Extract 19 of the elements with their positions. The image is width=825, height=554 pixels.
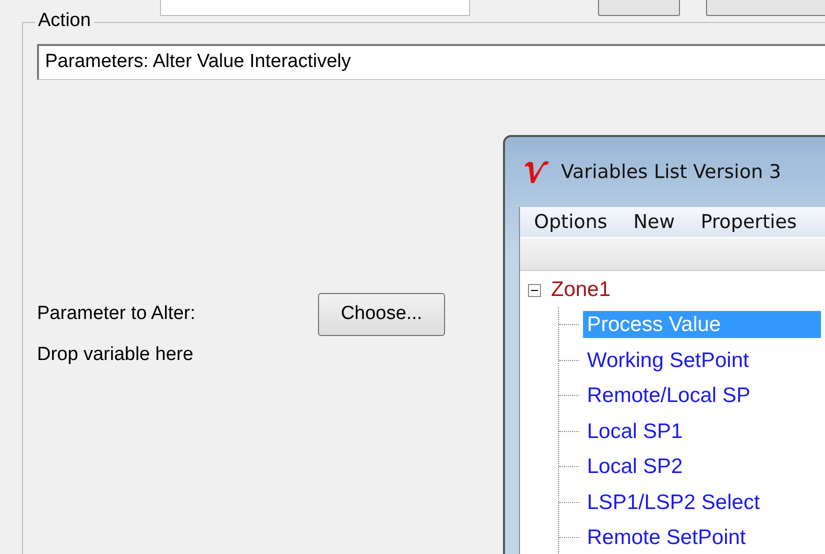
tree-item[interactable]: Remote/Local SP [583, 382, 821, 410]
drop-hint: Drop variable here [37, 344, 194, 366]
action-dropdown[interactable]: Parameters: Alter Value Interactively [37, 44, 825, 80]
menu-item[interactable]: New [619, 211, 687, 233]
menu-item[interactable]: Options [520, 211, 620, 233]
text-field[interactable] [160, 0, 470, 16]
window-title: Variables List Version 3 [561, 161, 782, 183]
tree-node[interactable]: Zone1 [551, 278, 611, 302]
tree-item[interactable]: Local SP1 [583, 418, 821, 445]
tree-item[interactable]: Remote SetPoint [583, 524, 821, 552]
parameter-label: Parameter to Alter: [37, 303, 196, 325]
choose-button[interactable]: Choose... [318, 292, 445, 336]
v-logo-icon [523, 159, 551, 185]
push-button[interactable] [598, 0, 680, 16]
tree-item[interactable]: Local SP2 [583, 453, 821, 480]
collapse-icon[interactable] [528, 284, 541, 296]
tree-item[interactable]: Working SetPoint [583, 346, 821, 374]
menu-item[interactable]: Properties [686, 211, 809, 233]
tree-item[interactable]: LSP1/LSP2 Select [583, 488, 821, 516]
